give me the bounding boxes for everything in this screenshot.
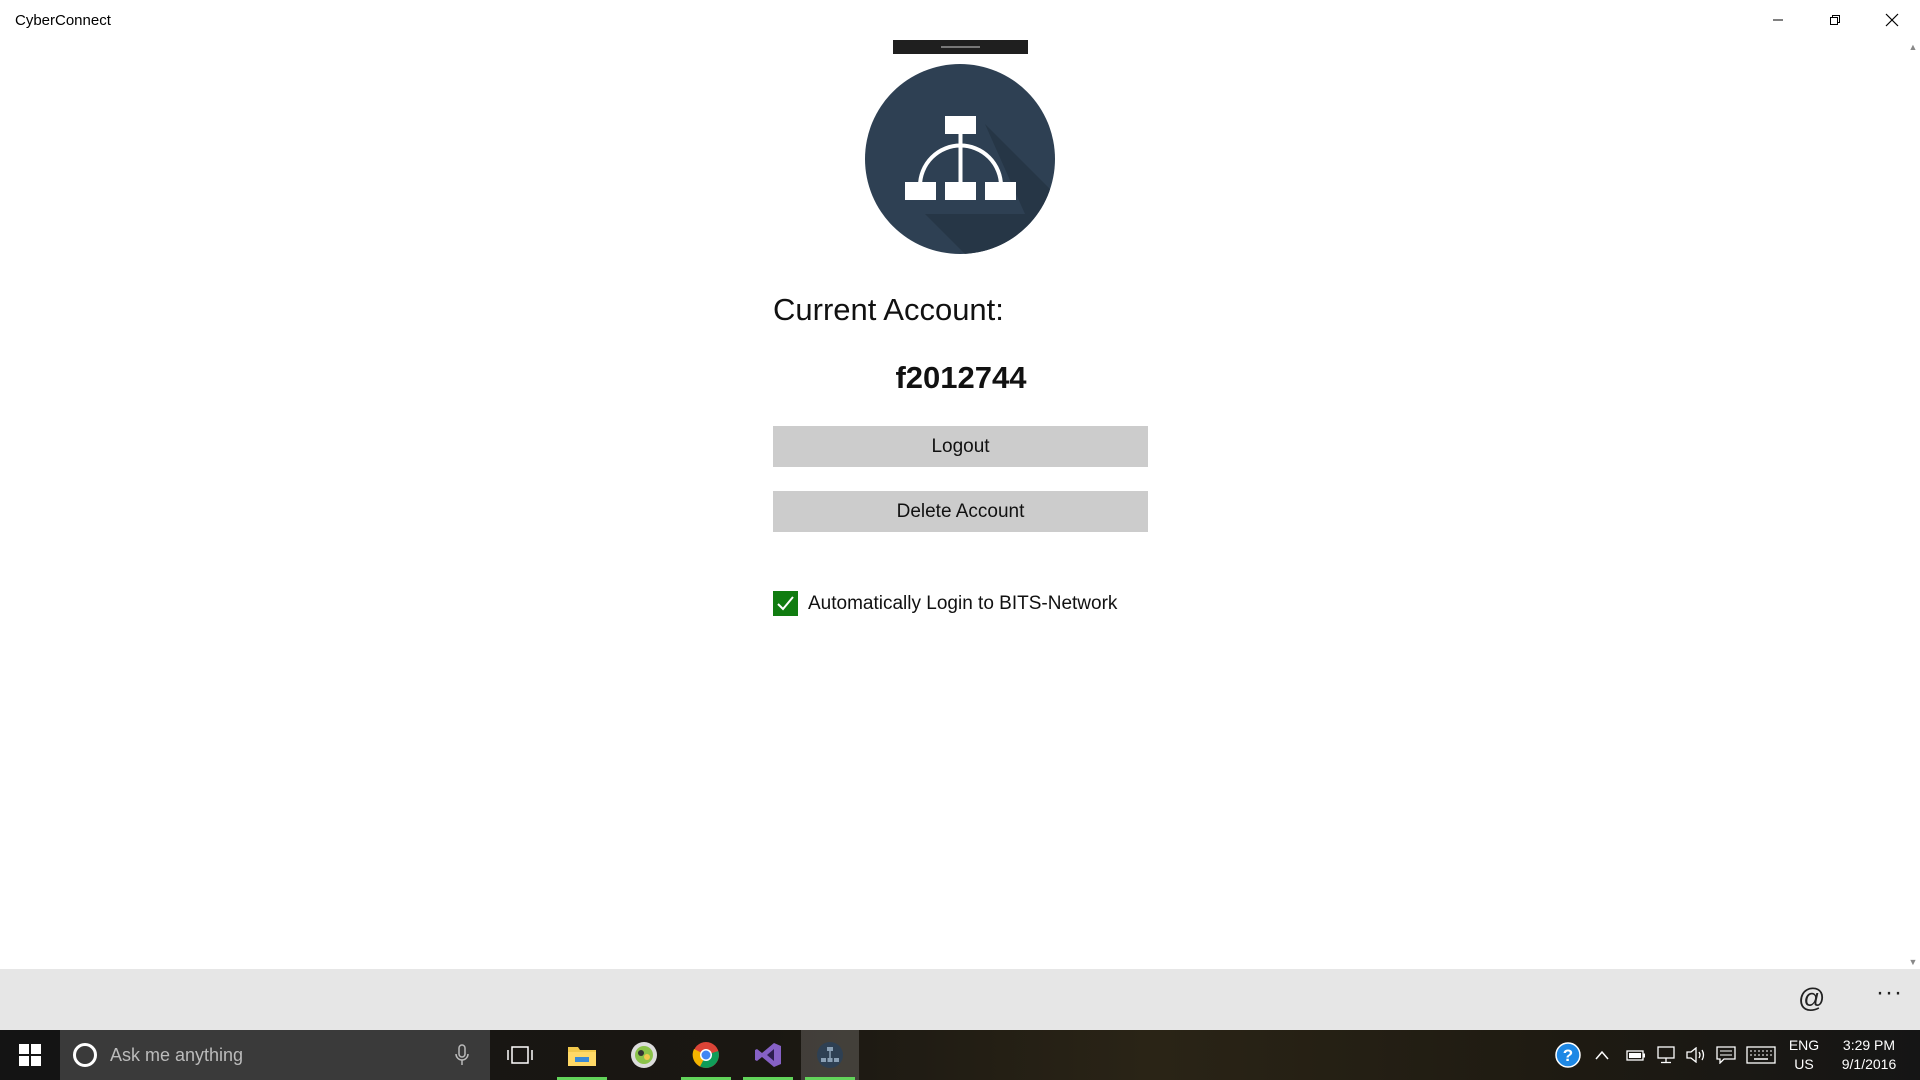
game-app-icon [631, 1042, 657, 1068]
auto-login-checkbox[interactable]: Automatically Login to BITS-Network [773, 591, 1117, 616]
at-button[interactable]: @ [1798, 983, 1825, 1014]
cyberconnect-icon [817, 1042, 843, 1068]
search-box[interactable]: Ask me anything [60, 1030, 490, 1080]
volume-tray[interactable] [1684, 1030, 1708, 1080]
logout-button[interactable]: Logout [773, 426, 1148, 467]
current-account-label: Current Account: [773, 292, 1004, 327]
app-title: CyberConnect [15, 12, 111, 29]
file-explorer-app[interactable] [553, 1030, 611, 1080]
action-center-tray[interactable] [1714, 1030, 1738, 1080]
scrollbar[interactable]: ▲ ▼ [1906, 40, 1920, 969]
visual-studio-app[interactable] [739, 1030, 797, 1080]
close-button[interactable] [1863, 0, 1920, 40]
show-hidden-icons-button[interactable] [1592, 1030, 1612, 1080]
task-view-button[interactable] [491, 1030, 549, 1080]
battery-icon [1626, 1050, 1645, 1061]
language-indicator[interactable]: ENG US [1784, 1036, 1824, 1074]
scroll-down-icon[interactable]: ▼ [1908, 957, 1918, 967]
minimize-button[interactable] [1749, 0, 1806, 40]
close-icon [1885, 13, 1898, 27]
scroll-up-icon[interactable]: ▲ [1908, 42, 1918, 52]
task-view-icon [507, 1046, 533, 1064]
keyboard-icon [1746, 1046, 1776, 1064]
help-tray[interactable]: ? [1553, 1030, 1583, 1080]
windows-icon [19, 1044, 41, 1066]
network-hierarchy-icon [865, 64, 1055, 254]
language-code: ENG [1788, 1037, 1820, 1053]
restore-icon [1829, 15, 1840, 25]
taskbar: Ask me anything ? ENG US 3:29 PM 9/1/201… [0, 1030, 1920, 1080]
delete-account-button[interactable]: Delete Account [773, 491, 1148, 532]
auto-login-label: Automatically Login to BITS-Network [808, 592, 1118, 614]
help-icon: ? [1555, 1042, 1581, 1068]
title-bar: CyberConnect [0, 0, 1920, 40]
clock[interactable]: 3:29 PM 9/1/2016 [1834, 1036, 1904, 1074]
time: 3:29 PM [1842, 1037, 1896, 1053]
visual-studio-icon [755, 1043, 781, 1067]
cortana-icon [73, 1043, 97, 1067]
command-bar: @ ··· [0, 969, 1920, 1030]
chrome-app[interactable] [677, 1030, 735, 1080]
keyboard-tray[interactable] [1745, 1030, 1777, 1080]
network-icon [1657, 1046, 1675, 1064]
message-icon [1716, 1046, 1736, 1064]
network-tray[interactable] [1654, 1030, 1678, 1080]
search-placeholder: Ask me anything [110, 1045, 244, 1065]
game-app[interactable] [615, 1030, 673, 1080]
account-id: f2012744 [895, 360, 1027, 395]
more-button[interactable]: ··· [1876, 979, 1903, 1007]
minimize-icon [1772, 19, 1783, 21]
cyberconnect-app[interactable] [801, 1030, 859, 1080]
date: 9/1/2016 [1841, 1056, 1897, 1072]
app-logo [865, 64, 1055, 254]
volume-icon [1686, 1047, 1705, 1063]
region-code: US [1794, 1056, 1814, 1072]
drag-handle[interactable] [893, 40, 1028, 54]
chrome-icon [692, 1042, 719, 1068]
main-content: Current Account: f2012744 Logout Delete … [0, 40, 1920, 969]
battery-tray[interactable] [1624, 1030, 1648, 1080]
chevron-up-icon [1595, 1050, 1609, 1060]
start-button[interactable] [0, 1030, 60, 1080]
checkbox[interactable] [773, 591, 798, 616]
checkmark-icon [777, 596, 794, 611]
file-explorer-icon [568, 1047, 596, 1066]
drag-grip [941, 46, 980, 48]
svg-text:?: ? [1563, 1046, 1573, 1065]
restore-button[interactable] [1806, 0, 1863, 40]
microphone-icon[interactable] [455, 1044, 469, 1066]
